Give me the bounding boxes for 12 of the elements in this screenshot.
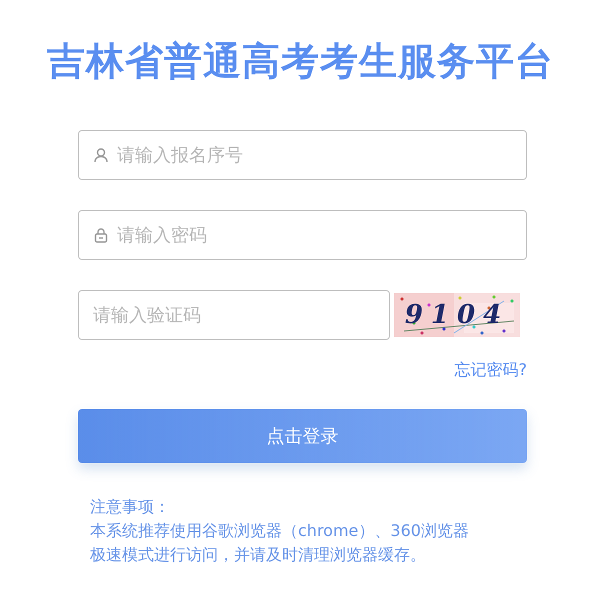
page-title: 吉林省普通高考考生服务平台 [46, 38, 555, 85]
login-button[interactable]: 点击登录 [78, 409, 527, 463]
notes-heading: 注意事项： [90, 496, 171, 518]
captcha-field[interactable]: 请输入验证码 [78, 290, 390, 340]
user-icon [93, 147, 109, 163]
forgot-password-link[interactable]: 忘记密码? [454, 360, 527, 381]
password-field[interactable]: 请输入密码 [78, 210, 527, 260]
registration-number-field[interactable]: 请输入报名序号 [78, 130, 527, 180]
captcha-image[interactable]: 9104 [394, 293, 520, 337]
lock-icon [93, 227, 109, 243]
notes-text: 本系统推荐使用谷歌浏览器（chrome）、360浏览器 [90, 520, 470, 542]
notes-text: 极速模式进行访问，并请及时清理浏览器缓存。 [90, 544, 427, 566]
